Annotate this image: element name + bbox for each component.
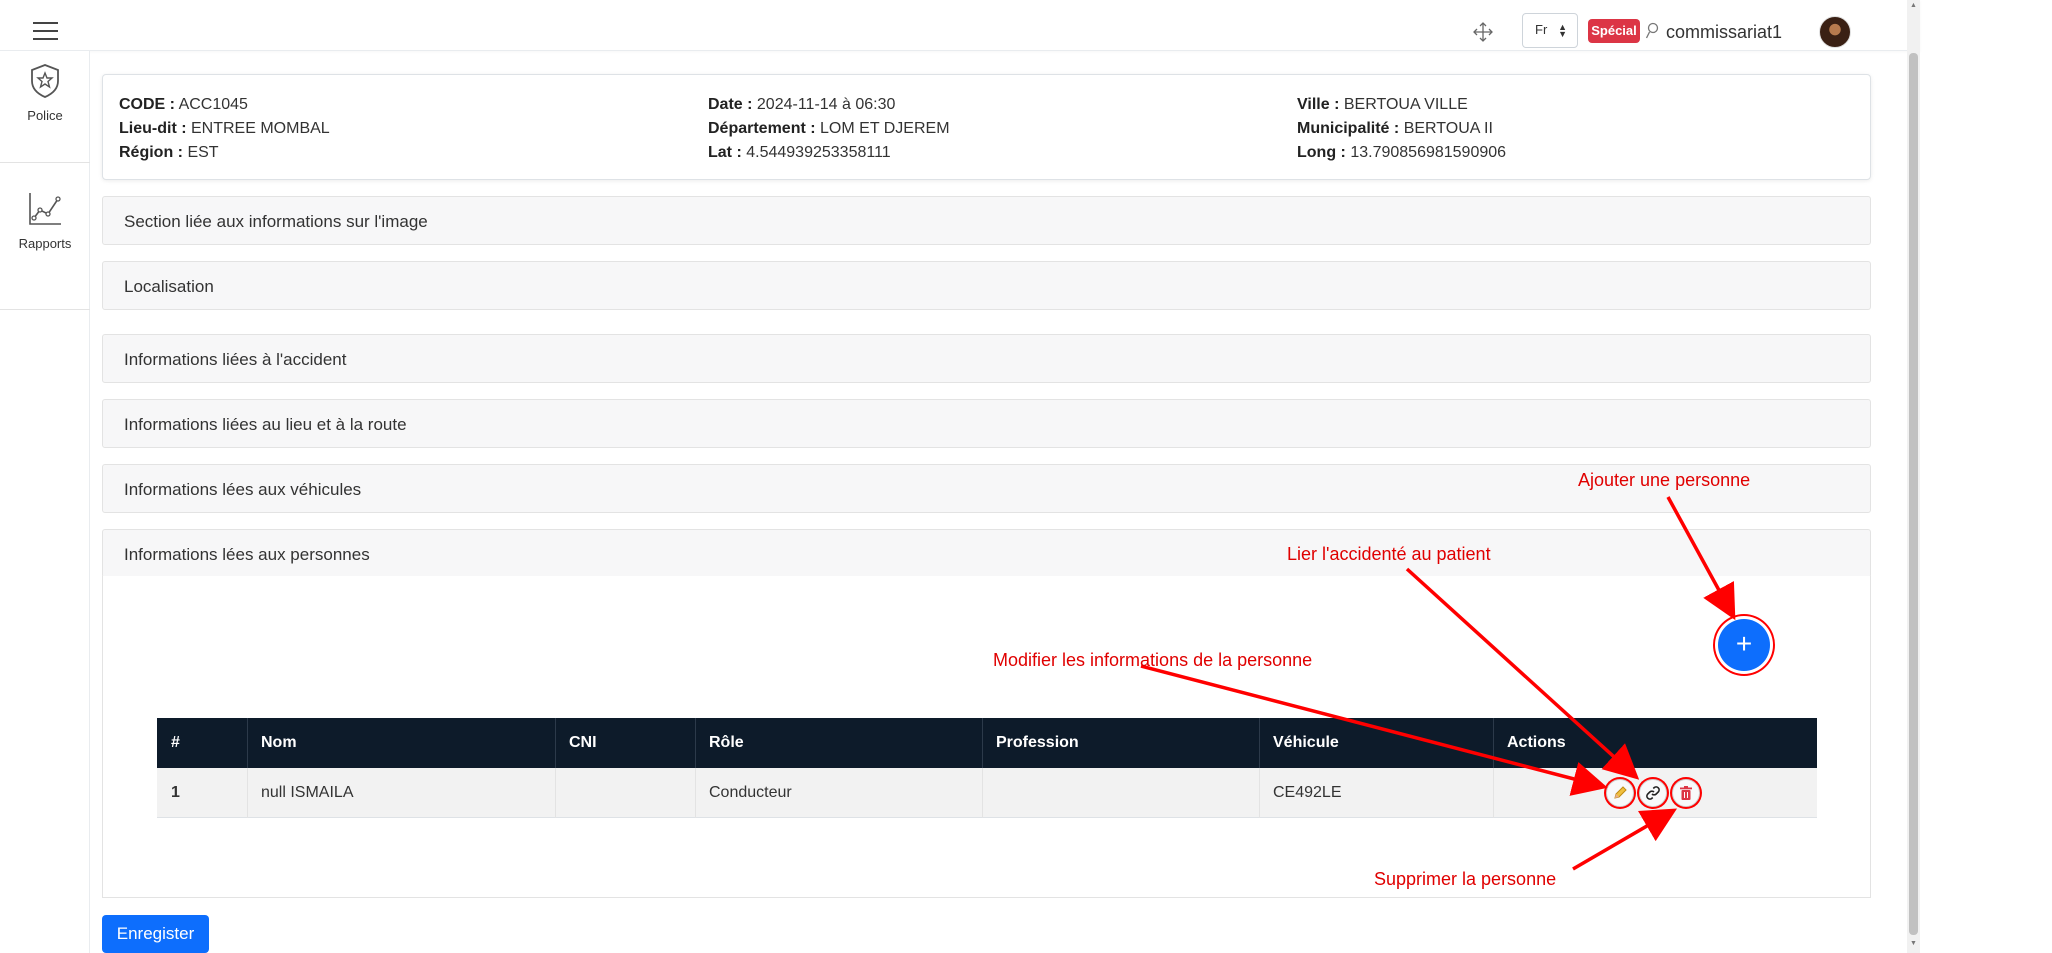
- annotation-add-person: Ajouter une personne: [1578, 470, 1751, 490]
- annotation-link-patient: Lier l'accidenté au patient: [1287, 544, 1491, 564]
- annotation-delete-person: Supprimer la personne: [1374, 869, 1557, 889]
- annotation-edit-person: Modifier les informations de la personne: [993, 650, 1313, 670]
